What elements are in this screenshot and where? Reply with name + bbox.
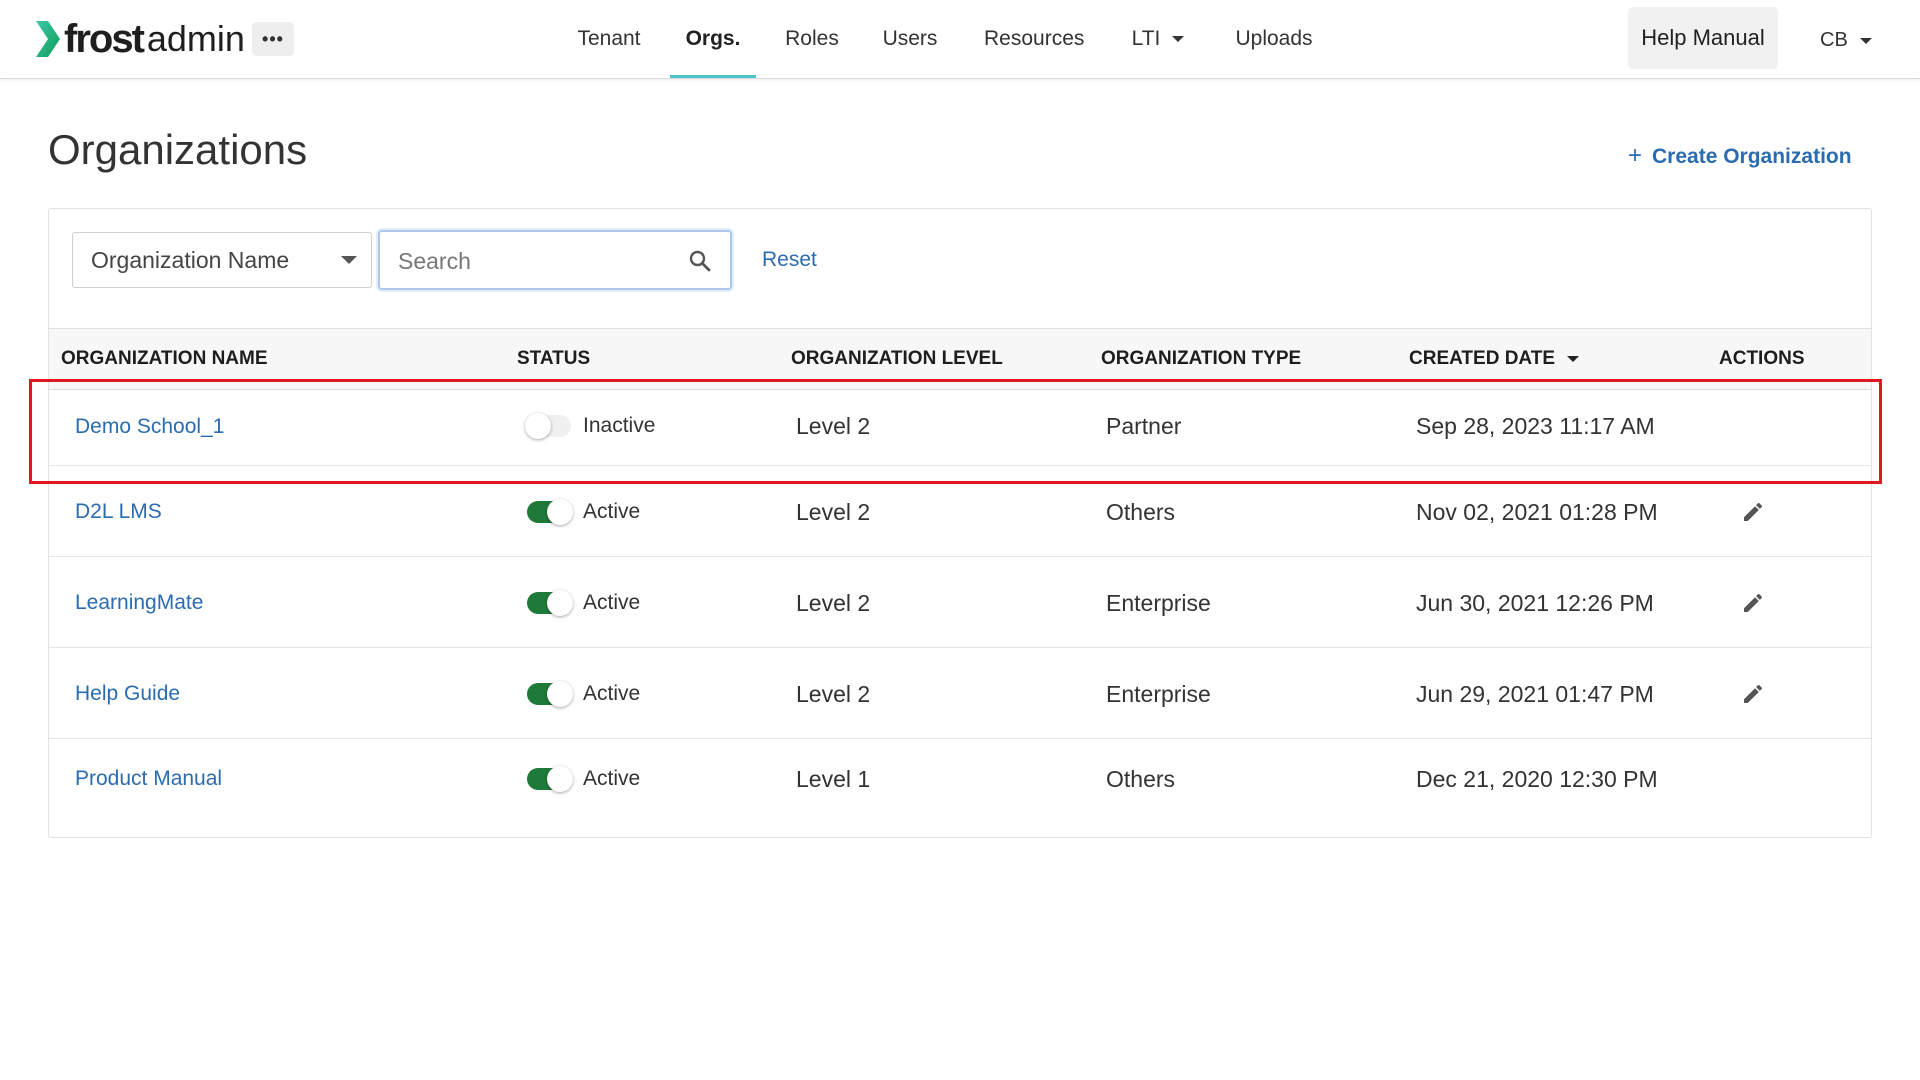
nav-tab-label: Orgs. bbox=[685, 27, 741, 50]
nav-tab-tenant[interactable]: Tenant bbox=[576, 0, 642, 78]
help-manual-label: Help Manual bbox=[1641, 25, 1765, 50]
created-date: Jun 30, 2021 12:26 PM bbox=[1416, 590, 1654, 616]
column-header-organization-level[interactable]: ORGANIZATION LEVEL bbox=[791, 329, 1003, 389]
status-toggle[interactable] bbox=[527, 681, 573, 707]
status-text: Active bbox=[583, 767, 641, 790]
status-toggle[interactable] bbox=[525, 413, 571, 439]
nav-tab-users[interactable]: Users bbox=[880, 0, 940, 78]
sort-descending-icon bbox=[1567, 355, 1580, 362]
table-row: D2L LMS Active Level 2 Others Nov 02, 20… bbox=[49, 466, 1871, 557]
org-name-link[interactable]: Product Manual bbox=[75, 767, 222, 791]
org-name-link[interactable]: Help Guide bbox=[75, 682, 180, 706]
column-header-created-date[interactable]: CREATED DATE bbox=[1409, 329, 1580, 389]
column-header-organization-name[interactable]: ORGANIZATION NAME bbox=[61, 329, 268, 389]
ellipsis-icon: ••• bbox=[262, 28, 284, 49]
org-name-link[interactable]: D2L LMS bbox=[75, 500, 162, 524]
column-header-label: CREATED DATE bbox=[1409, 348, 1556, 369]
nav-tab-resources[interactable]: Resources bbox=[984, 0, 1084, 78]
logo-chevron-icon bbox=[36, 21, 60, 57]
caret-down-icon bbox=[1859, 37, 1872, 44]
nav-tab-label: Tenant bbox=[577, 27, 641, 50]
edit-pencil-icon[interactable] bbox=[1741, 500, 1765, 524]
nav-tab-orgs[interactable]: Orgs. bbox=[670, 0, 756, 78]
status-text: Inactive bbox=[583, 414, 656, 437]
search-field-select[interactable]: Organization Name bbox=[72, 232, 372, 288]
created-date: Nov 02, 2021 01:28 PM bbox=[1416, 499, 1658, 525]
status-toggle[interactable] bbox=[527, 590, 573, 616]
status-text: Active bbox=[583, 682, 641, 705]
org-name-link[interactable]: Demo School_1 bbox=[75, 415, 224, 439]
edit-pencil-icon[interactable] bbox=[1741, 682, 1765, 706]
nav-tab-roles[interactable]: Roles bbox=[784, 0, 840, 78]
toggle-knob bbox=[547, 590, 573, 616]
caret-down-icon bbox=[341, 256, 357, 264]
column-header-status[interactable]: STATUS bbox=[517, 329, 590, 389]
page-title: Organizations bbox=[48, 126, 308, 173]
created-date: Sep 28, 2023 11:17 AM bbox=[1416, 413, 1655, 439]
table-header: ORGANIZATION NAME STATUS ORGANIZATION LE… bbox=[49, 328, 1871, 390]
more-options-button[interactable]: ••• bbox=[252, 22, 294, 56]
search-field-value: Organization Name bbox=[91, 247, 290, 273]
nav-tab-uploads[interactable]: Uploads bbox=[1234, 0, 1314, 78]
edit-pencil-icon[interactable] bbox=[1741, 591, 1765, 615]
plus-icon: + bbox=[1628, 142, 1643, 169]
nav-tab-lti[interactable]: LTI bbox=[1128, 0, 1188, 78]
toggle-knob bbox=[547, 499, 573, 525]
table-row: LearningMate Active Level 2 Enterprise J… bbox=[49, 557, 1871, 648]
create-organization-button[interactable]: + Create Organization bbox=[1628, 142, 1852, 170]
logo-text-bold: frost bbox=[64, 16, 145, 61]
top-navbar: frost admin ••• Tenant Orgs. Roles Users… bbox=[0, 0, 1920, 79]
table-row: Demo School_1 Inactive Level 2 Partner S… bbox=[49, 388, 1871, 466]
nav-tab-label: Resources bbox=[984, 27, 1085, 50]
logo-text-light: admin bbox=[146, 18, 245, 59]
status-toggle[interactable] bbox=[527, 499, 573, 525]
created-date: Dec 21, 2020 12:30 PM bbox=[1416, 766, 1658, 792]
column-header-actions: ACTIONS bbox=[1719, 348, 1805, 369]
toggle-knob bbox=[547, 766, 573, 792]
status-text: Active bbox=[583, 500, 641, 523]
user-initials: CB bbox=[1820, 29, 1848, 51]
nav-tab-label: Uploads bbox=[1235, 27, 1313, 50]
toggle-knob bbox=[547, 681, 573, 707]
help-manual-button[interactable]: Help Manual bbox=[1628, 7, 1778, 69]
org-name-link[interactable]: LearningMate bbox=[75, 591, 203, 615]
app-logo[interactable]: frost admin bbox=[34, 16, 245, 61]
table-row: Help Guide Active Level 2 Enterprise Jun… bbox=[49, 648, 1871, 739]
caret-down-icon bbox=[1172, 36, 1185, 43]
search-icon[interactable] bbox=[688, 249, 712, 273]
table-row: Product Manual Active Level 1 Others Dec… bbox=[49, 739, 1871, 819]
created-date: Jun 29, 2021 01:47 PM bbox=[1416, 681, 1654, 707]
org-level: Level 1 bbox=[796, 766, 871, 792]
nav-tab-label: Roles bbox=[785, 27, 839, 50]
org-level: Level 2 bbox=[796, 413, 871, 439]
org-type: Enterprise bbox=[1106, 681, 1211, 707]
search-box bbox=[378, 230, 732, 290]
toggle-knob bbox=[525, 413, 551, 439]
user-menu[interactable]: CB bbox=[1820, 0, 1872, 78]
org-type: Others bbox=[1106, 766, 1176, 792]
status-text: Active bbox=[583, 591, 641, 614]
column-header-organization-type[interactable]: ORGANIZATION TYPE bbox=[1101, 329, 1301, 389]
org-type: Others bbox=[1106, 499, 1176, 525]
create-organization-label: Create Organization bbox=[1652, 145, 1852, 168]
org-type: Partner bbox=[1106, 413, 1182, 439]
org-level: Level 2 bbox=[796, 590, 871, 616]
status-toggle[interactable] bbox=[527, 766, 573, 792]
search-input[interactable] bbox=[396, 240, 680, 282]
nav-tab-label: LTI bbox=[1131, 27, 1161, 50]
org-level: Level 2 bbox=[796, 499, 871, 525]
nav-tab-label: Users bbox=[882, 27, 938, 50]
reset-button[interactable]: Reset bbox=[762, 248, 817, 272]
org-level: Level 2 bbox=[796, 681, 871, 707]
org-type: Enterprise bbox=[1106, 590, 1211, 616]
